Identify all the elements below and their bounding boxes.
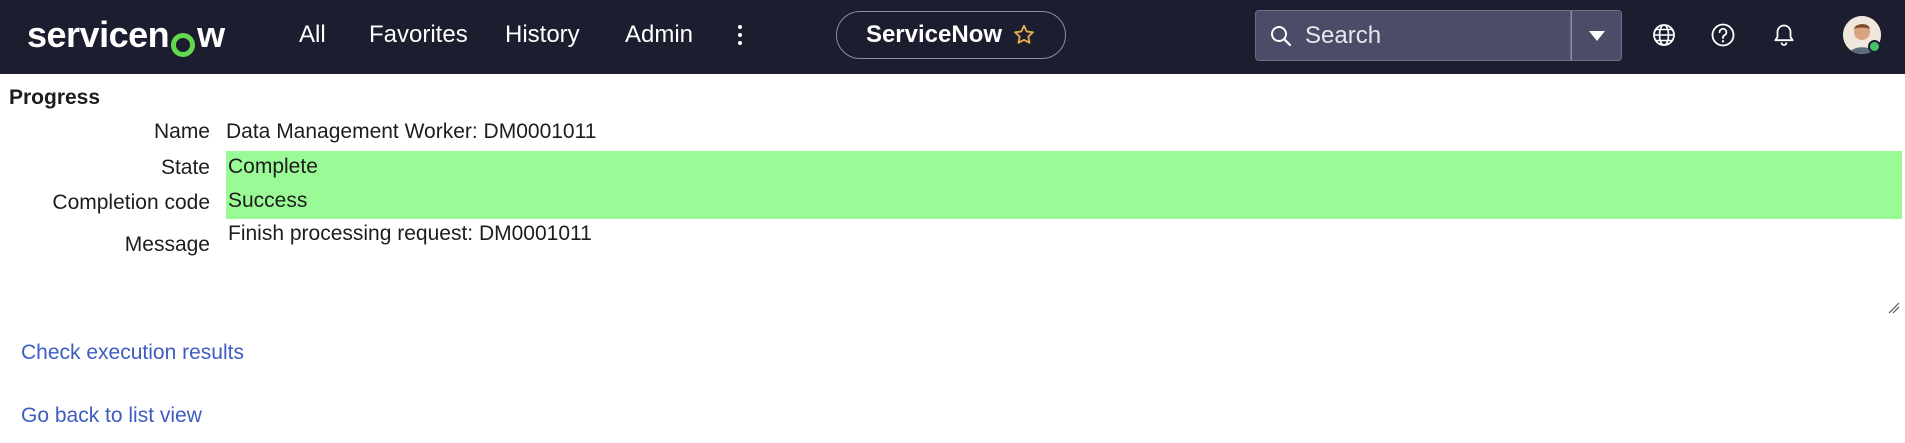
progress-section-title: Progress xyxy=(9,86,101,109)
search-scope-dropdown[interactable] xyxy=(1571,10,1622,61)
chevron-down-icon xyxy=(1588,30,1605,41)
search-icon xyxy=(1271,25,1292,46)
check-execution-results-link[interactable]: Check execution results xyxy=(21,341,244,365)
completion-code-value: Success xyxy=(226,185,1902,219)
app-scope-pill[interactable]: ServiceNow xyxy=(836,11,1066,59)
message-textarea[interactable]: Finish processing request: DM0001011 xyxy=(226,218,1902,316)
globe-icon[interactable] xyxy=(1651,22,1677,48)
nav-admin[interactable]: Admin xyxy=(625,0,693,70)
message-label: Message xyxy=(124,233,210,256)
logo-power-icon xyxy=(170,25,196,57)
completion-code-label: Completion code xyxy=(52,191,210,214)
presence-status-icon xyxy=(1868,40,1881,53)
global-search[interactable] xyxy=(1255,10,1571,61)
help-icon[interactable] xyxy=(1710,22,1736,48)
resize-handle-icon[interactable] xyxy=(1888,302,1900,314)
more-menu-icon[interactable] xyxy=(732,22,748,48)
message-value: Finish processing request: DM0001011 xyxy=(228,222,592,245)
servicenow-logo[interactable]: servicen w xyxy=(27,10,225,60)
name-value: Data Management Worker: DM0001011 xyxy=(226,120,597,143)
nav-history[interactable]: History xyxy=(505,0,580,70)
state-label: State xyxy=(160,156,210,179)
name-label: Name xyxy=(153,120,210,143)
search-input[interactable] xyxy=(1305,21,1545,50)
go-back-to-list-link[interactable]: Go back to list view xyxy=(21,404,202,428)
app-scope-label: ServiceNow xyxy=(865,21,1003,48)
nav-all[interactable]: All xyxy=(299,0,326,70)
top-navigation-bar: servicen w All Favorites History Admin Se… xyxy=(0,0,1905,74)
bell-icon[interactable] xyxy=(1771,22,1797,48)
state-value: Complete xyxy=(226,151,1902,185)
nav-favorites[interactable]: Favorites xyxy=(369,0,468,70)
star-icon[interactable] xyxy=(1012,23,1036,47)
